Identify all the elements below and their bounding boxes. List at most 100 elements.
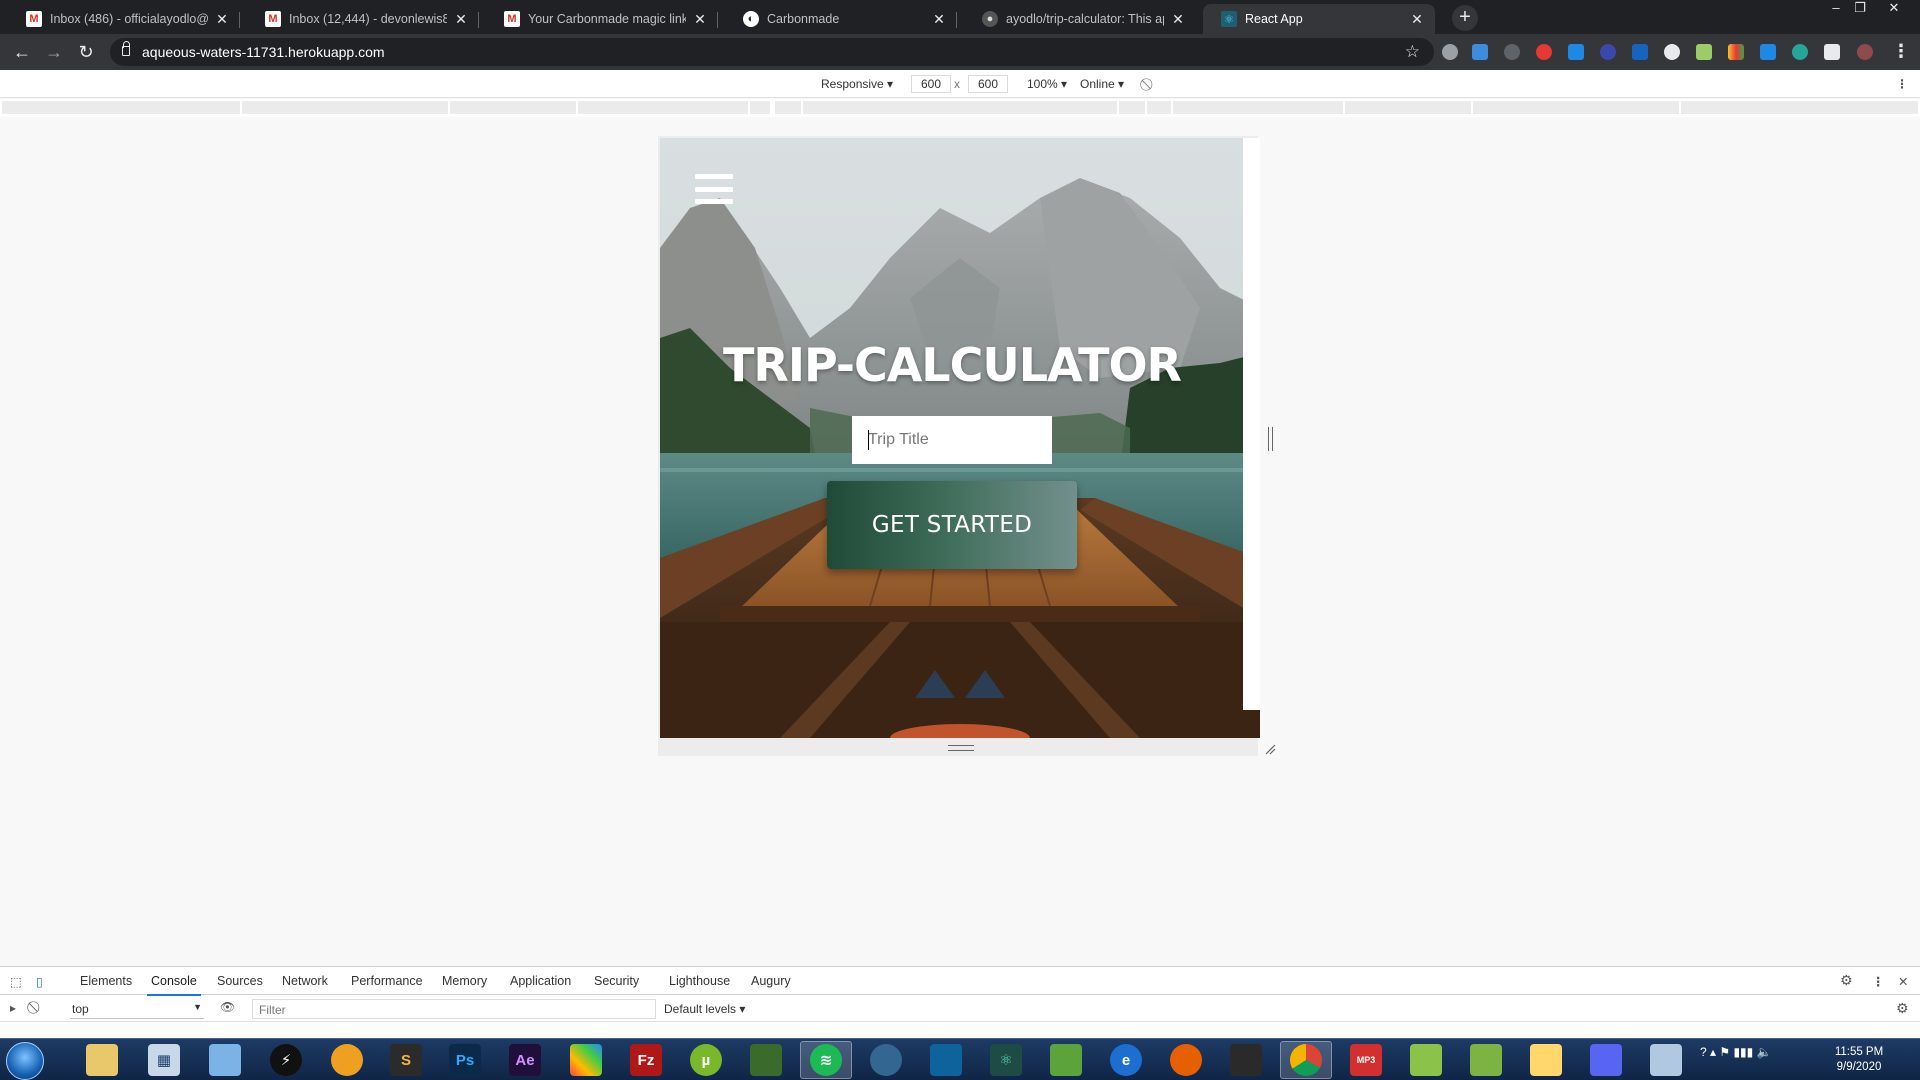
fruity-loops-icon[interactable] <box>331 1044 363 1076</box>
calculator-icon[interactable]: ▦ <box>148 1044 180 1076</box>
app-icon[interactable]: ⚡ <box>270 1044 302 1076</box>
right-resize-handle[interactable] <box>1268 427 1273 451</box>
width-input[interactable]: 600 <box>911 75 951 93</box>
puzzle-icon[interactable] <box>1824 44 1840 60</box>
hamburger-menu-icon[interactable] <box>695 174 733 204</box>
chrome-menu-icon[interactable]: ⋮ <box>1892 41 1910 62</box>
settings-gear-icon[interactable]: ⚙ <box>1840 972 1853 989</box>
browser-tab[interactable]: M Inbox (486) - officialayodlo@gm ✕ <box>8 4 240 34</box>
browser-tab[interactable]: M Your Carbonmade magic link - S ✕ <box>486 4 718 34</box>
extension-icon[interactable] <box>1664 44 1680 60</box>
network-dropdown[interactable]: Online ▾ <box>1080 77 1124 91</box>
media-query-bar[interactable] <box>0 99 1920 117</box>
close-window-icon[interactable]: ✕ <box>1882 0 1906 16</box>
bottom-resize-handle[interactable] <box>948 745 974 751</box>
height-input[interactable]: 600 <box>968 75 1008 93</box>
get-started-button[interactable]: GET STARTED <box>827 481 1077 569</box>
tab-performance[interactable]: Performance <box>351 974 423 988</box>
spotify-icon[interactable]: ≋ <box>810 1044 842 1076</box>
extension-icon[interactable] <box>1632 44 1648 60</box>
tab-memory[interactable]: Memory <box>442 974 487 988</box>
utorrent-icon[interactable]: µ <box>690 1044 722 1076</box>
device-toggle-icon[interactable]: ▯ <box>36 974 43 989</box>
context-selector[interactable]: top ▼ <box>70 999 204 1019</box>
tab-lighthouse[interactable]: Lighthouse <box>669 974 730 988</box>
tab-application[interactable]: Application <box>510 974 571 988</box>
console-filter-input[interactable]: Filter <box>252 999 656 1019</box>
extension-icon[interactable] <box>1760 44 1776 60</box>
windows-start-button[interactable] <box>6 1042 44 1080</box>
reload-icon[interactable]: ↻ <box>74 40 98 64</box>
extension-icon[interactable] <box>1536 44 1552 60</box>
browser-tab[interactable]: M Inbox (12,444) - devonlewis808@ ✕ <box>247 4 479 34</box>
chrome-icon[interactable] <box>1290 1044 1322 1076</box>
extension-icon[interactable] <box>1600 44 1616 60</box>
tab-security[interactable]: Security <box>594 974 639 988</box>
forward-icon[interactable]: → <box>42 40 66 64</box>
trip-title-input[interactable] <box>852 416 1052 464</box>
close-tab-icon[interactable]: ✕ <box>1409 11 1425 28</box>
sidebar-toggle-icon[interactable]: ▸ <box>10 1001 16 1015</box>
device-more-icon[interactable]: ⋮ <box>1896 77 1908 91</box>
bluestacks-icon[interactable] <box>1470 1044 1502 1076</box>
devtools-more-icon[interactable]: ⋮ <box>1872 974 1885 989</box>
tab-network[interactable]: Network <box>282 974 328 988</box>
minimize-icon[interactable]: – <box>1824 0 1848 16</box>
firefox-icon[interactable] <box>1170 1044 1202 1076</box>
browser-tab-active[interactable]: ⚛ React App ✕ <box>1203 4 1435 34</box>
eye-icon[interactable]: 👁 <box>220 1000 235 1014</box>
system-tray[interactable]: ? ▴ ⚑ ▮▮▮ 🔈 <box>1700 1045 1772 1059</box>
folder-icon[interactable] <box>1530 1044 1562 1076</box>
vscode-icon[interactable] <box>930 1044 962 1076</box>
taskbar-clock[interactable]: 11:55 PM 9/9/2020 <box>1826 1045 1892 1075</box>
tab-elements[interactable]: Elements <box>80 974 132 988</box>
tree-app-icon[interactable] <box>750 1044 782 1076</box>
bookmark-star-icon[interactable]: ☆ <box>1405 42 1420 62</box>
responsive-dropdown[interactable]: Responsive ▾ <box>821 77 893 91</box>
console-settings-icon[interactable]: ⚙ <box>1896 1000 1909 1017</box>
file-explorer-icon[interactable] <box>86 1044 118 1076</box>
close-tab-icon[interactable]: ✕ <box>931 11 947 28</box>
mp3-converter-icon[interactable]: MP3 <box>1350 1044 1382 1076</box>
tab-augury[interactable]: Augury <box>751 974 791 988</box>
address-bar[interactable]: aqueous-waters-11731.herokuapp.com ☆ <box>110 38 1434 66</box>
tab-console[interactable]: Console <box>147 974 201 996</box>
extension-icon[interactable] <box>1696 44 1712 60</box>
discord-icon[interactable] <box>1590 1044 1622 1076</box>
sublime-text-icon[interactable]: S <box>390 1044 422 1076</box>
close-tab-icon[interactable]: ✕ <box>453 11 469 28</box>
extension-icon[interactable] <box>1792 44 1808 60</box>
filezilla-icon[interactable]: Fz <box>630 1044 662 1076</box>
inspect-element-icon[interactable]: ⬚ <box>10 974 22 989</box>
photoshop-icon[interactable]: Ps <box>449 1044 481 1076</box>
notes-icon[interactable] <box>209 1044 241 1076</box>
extension-icon[interactable] <box>1442 44 1458 60</box>
browser-tab[interactable]: ● ayodlo/trip-calculator: This app i ✕ <box>964 4 1196 34</box>
back-icon[interactable]: ← <box>10 40 34 64</box>
extension-icon[interactable] <box>1472 44 1488 60</box>
close-devtools-icon[interactable]: ✕ <box>1898 974 1908 989</box>
avatar[interactable] <box>1857 44 1873 60</box>
terminal-icon[interactable] <box>1230 1044 1262 1076</box>
app-icon[interactable] <box>570 1044 602 1076</box>
restore-icon[interactable]: ❐ <box>1848 0 1872 16</box>
close-tab-icon[interactable]: ✕ <box>692 11 708 28</box>
tab-sources[interactable]: Sources <box>217 974 263 988</box>
internet-explorer-icon[interactable]: e <box>1110 1044 1142 1076</box>
log-levels-dropdown[interactable]: Default levels ▾ <box>664 1002 745 1016</box>
after-effects-icon[interactable]: Ae <box>509 1044 541 1076</box>
corner-resize-handle[interactable] <box>1264 743 1276 755</box>
paint-icon[interactable] <box>1650 1044 1682 1076</box>
browser-tab[interactable]: ◐ Carbonmade ✕ <box>725 4 957 34</box>
extension-icon[interactable] <box>1504 44 1520 60</box>
close-tab-icon[interactable]: ✕ <box>1170 11 1186 28</box>
atom-icon[interactable]: ⚛ <box>990 1044 1022 1076</box>
chart-app-icon[interactable] <box>1050 1044 1082 1076</box>
extension-icon[interactable] <box>1728 44 1744 60</box>
postgres-icon[interactable] <box>870 1044 902 1076</box>
extension-icon[interactable] <box>1568 44 1584 60</box>
app-icon[interactable] <box>1410 1044 1442 1076</box>
close-tab-icon[interactable]: ✕ <box>214 11 230 28</box>
new-tab-button[interactable]: + <box>1452 5 1478 31</box>
zoom-dropdown[interactable]: 100% ▾ <box>1027 77 1067 91</box>
